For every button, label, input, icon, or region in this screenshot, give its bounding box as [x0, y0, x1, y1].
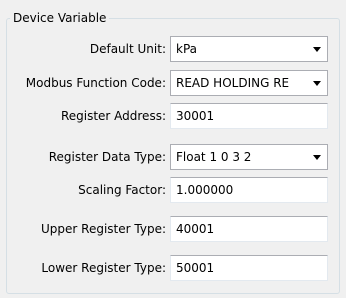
register-data-type-label: Register Data Type:	[48, 150, 166, 164]
register-address-value: 30001	[176, 109, 215, 123]
register-data-type-value: Float 1 0 3 2	[176, 150, 252, 164]
modbus-function-code-value: READ HOLDING RE	[176, 76, 290, 90]
default-unit-select[interactable]: kPa	[170, 36, 328, 62]
scaling-factor-input[interactable]: 1.000000	[170, 177, 328, 203]
upper-register-type-input[interactable]: 40001	[170, 216, 328, 242]
default-unit-value: kPa	[176, 42, 197, 56]
register-data-type-select[interactable]: Float 1 0 3 2	[170, 144, 328, 170]
default-unit-label: Default Unit:	[89, 42, 166, 56]
chevron-down-icon	[313, 81, 321, 86]
upper-register-type-label: Upper Register Type:	[41, 222, 166, 236]
device-variable-title: Device Variable	[10, 10, 110, 26]
scaling-factor-label: Scaling Factor:	[78, 183, 166, 197]
register-address-label: Register Address:	[60, 109, 166, 123]
lower-register-type-value: 50001	[176, 261, 215, 275]
modbus-function-code-label: Modbus Function Code:	[25, 76, 166, 90]
upper-register-type-value: 40001	[176, 222, 215, 236]
chevron-down-icon	[313, 155, 321, 160]
lower-register-type-input[interactable]: 50001	[170, 255, 328, 281]
chevron-down-icon	[313, 47, 321, 52]
register-address-input[interactable]: 30001	[170, 103, 328, 129]
scaling-factor-value: 1.000000	[176, 183, 234, 197]
modbus-function-code-select[interactable]: READ HOLDING RE	[170, 70, 328, 96]
lower-register-type-label: Lower Register Type:	[41, 261, 166, 275]
